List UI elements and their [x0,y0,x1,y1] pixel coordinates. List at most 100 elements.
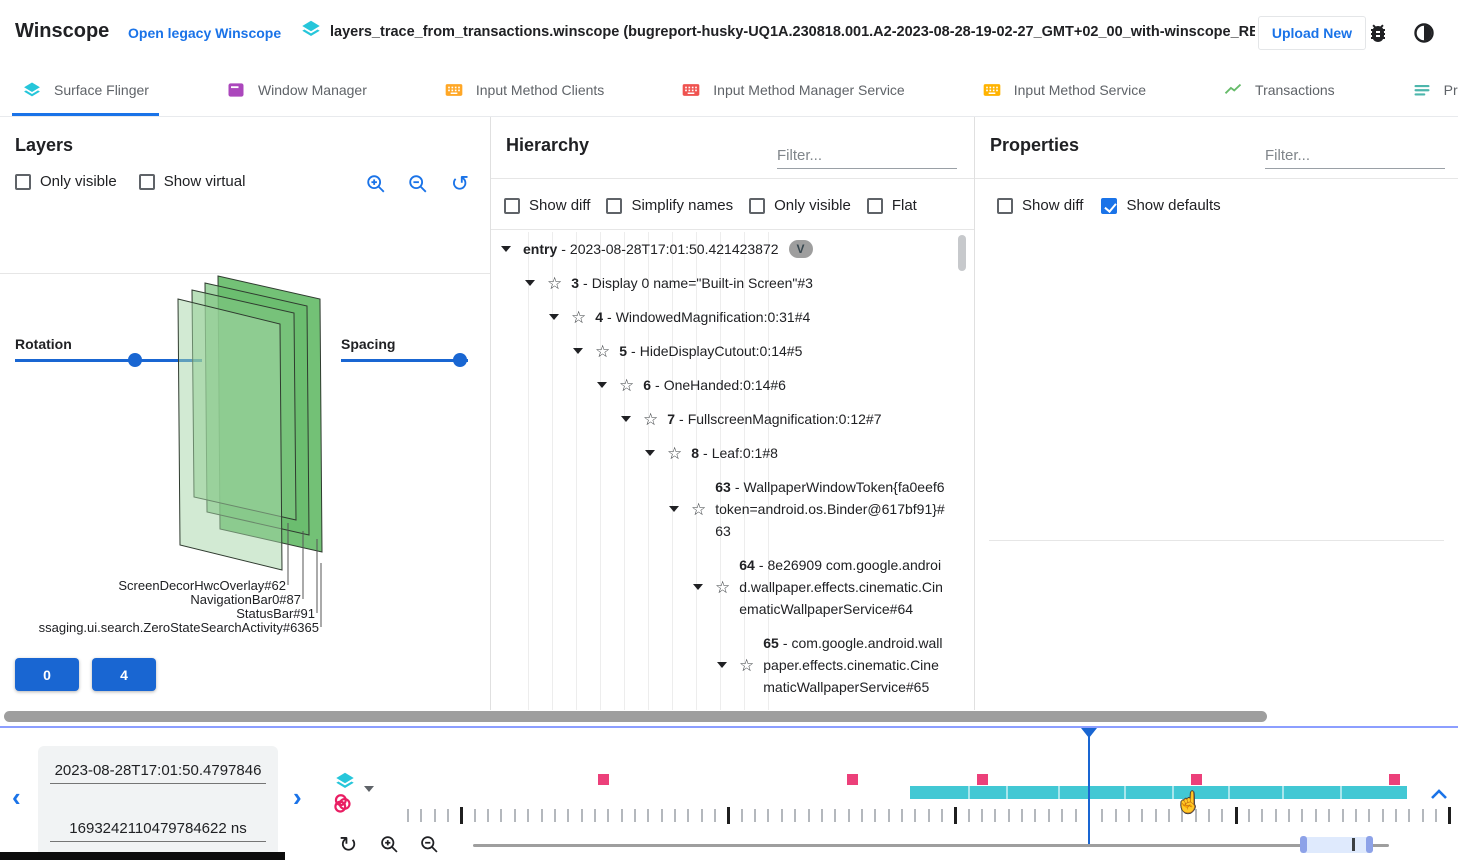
ruler-tick [1355,809,1357,822]
checkbox[interactable] [997,198,1013,214]
chevron-down-icon[interactable] [669,506,679,512]
ruler-tick [941,809,943,822]
tree-node[interactable]: ☆ 3-Display 0 name="Built-in Screen"#3 [491,266,974,300]
show-virtual-checkbox[interactable]: Show virtual [139,173,246,190]
star-icon[interactable]: ☆ [595,343,610,360]
range-handle-right[interactable] [1366,836,1373,853]
previous-entry-button[interactable]: ‹ [12,784,21,810]
ruler-tick [741,809,743,822]
tree-node-entry[interactable]: entry-2023-08-28T17:01:50.421423872 V [491,232,974,266]
chevron-down-icon[interactable] [645,450,655,456]
dark-mode-toggle-icon[interactable] [1412,21,1436,45]
tab-protolog[interactable]: ProtoLog [1402,64,1458,116]
trace-select-caret-icon[interactable] [364,786,374,792]
hierarchy-filter-input[interactable] [777,145,957,169]
timeline-range-selection[interactable] [1303,837,1369,853]
chevron-down-icon[interactable] [525,280,535,286]
tab-input-method-clients[interactable]: Input Method Clients [434,64,614,116]
timeline-zoom-in-icon[interactable] [379,834,400,858]
tab-window-manager[interactable]: Window Manager [216,64,377,116]
transition-marker[interactable] [847,774,858,785]
star-icon[interactable]: ☆ [547,275,562,292]
tree-node[interactable]: ☆ 64-8e26909 com.google.android.wallpape… [491,548,974,626]
layers-3d-view[interactable]: ScreenDecorHwcOverlay#62 NavigationBar0#… [0,273,490,658]
timeline-cursor[interactable] [1088,728,1090,846]
expand-timeline-button[interactable] [1430,788,1448,803]
timeline-range-track[interactable] [473,844,1389,847]
checkbox[interactable] [606,198,622,214]
transition-marker[interactable] [1191,774,1202,785]
chevron-down-icon[interactable] [717,662,727,668]
checkbox[interactable] [15,174,31,190]
ruler-tick [1061,809,1063,822]
transition-marker[interactable] [977,774,988,785]
open-legacy-link[interactable]: Open legacy Winscope [128,25,281,41]
zoom-in-icon[interactable] [364,172,388,196]
reset-view-icon[interactable]: ↺ [448,172,472,196]
tab-input-method-manager-service[interactable]: Input Method Manager Service [671,64,914,116]
transitions-trace-icon[interactable] [330,792,356,823]
star-icon[interactable]: ☆ [619,377,634,394]
tree-node[interactable]: ☆ 6-OneHanded:0:14#6 [491,368,974,402]
zoom-out-icon[interactable] [406,172,430,196]
star-icon[interactable]: ☆ [715,579,730,596]
tab-input-method-service[interactable]: Input Method Service [972,64,1156,116]
winscope-app: Winscope Open legacy Winscope layers_tra… [0,0,1458,860]
flat-checkbox[interactable]: Flat [867,197,917,214]
show-diff-checkbox[interactable]: Show diff [504,197,590,214]
tree-node[interactable]: ☆ 7-FullscreenMagnification:0:12#7 [491,402,974,436]
chevron-down-icon[interactable] [693,584,703,590]
show-diff-checkbox[interactable]: Show diff [997,197,1083,214]
properties-filter-input[interactable] [1265,145,1445,169]
ruler-tick [901,809,903,822]
ruler-tick [1034,809,1036,822]
surface-flinger-track[interactable] [910,786,1407,799]
simplify-names-checkbox[interactable]: Simplify names [606,197,733,214]
chevron-down-icon[interactable] [621,416,631,422]
properties-panel: Properties Show diff Show defaults [975,117,1458,710]
star-icon[interactable]: ☆ [667,445,682,462]
upload-new-button[interactable]: Upload New [1258,16,1366,50]
tree-node[interactable]: ☆ 65-com.google.android.wallpaper.effect… [491,626,974,704]
show-defaults-checkbox[interactable]: Show defaults [1101,197,1220,214]
transition-marker[interactable] [1389,774,1400,785]
timestamp-human-field[interactable]: 2023-08-28T17:01:50.4797846 [50,762,266,784]
tree-node[interactable]: ☆ 4-WindowedMagnification:0:31#4 [491,300,974,334]
layer-id-button-4[interactable]: 4 [92,658,156,691]
timeline-zoom-out-icon[interactable] [419,834,440,858]
layer-id-button-0[interactable]: 0 [15,658,79,691]
tab-surface-flinger[interactable]: Surface Flinger [12,64,159,116]
checkbox[interactable] [139,174,155,190]
tree-node[interactable]: ☆ 8-Leaf:0:1#8 [491,436,974,470]
tab-label: Input Method Manager Service [713,82,904,98]
only-visible-checkbox[interactable]: Only visible [15,173,117,190]
transition-marker[interactable] [598,774,609,785]
next-entry-button[interactable]: › [293,784,302,810]
ruler-tick [447,809,449,822]
checkbox[interactable] [504,198,520,214]
tree-node[interactable]: ☆ 63-WallpaperWindowToken{fa0eef6 token=… [491,470,974,548]
chevron-down-icon[interactable] [573,348,583,354]
checkbox[interactable] [749,198,765,214]
ruler-tick [981,809,983,822]
timeline-ruler[interactable] [407,807,1458,824]
star-icon[interactable]: ☆ [691,501,706,518]
only-visible-checkbox[interactable]: Only visible [749,197,851,214]
tree-node[interactable]: ☆ 5-HideDisplayCutout:0:14#5 [491,334,974,368]
star-icon[interactable]: ☆ [739,657,754,674]
chevron-down-icon[interactable] [549,314,559,320]
star-icon[interactable]: ☆ [643,411,658,428]
checkbox-checked[interactable] [1101,198,1117,214]
timeline-cursor-head[interactable] [1081,728,1097,738]
checkbox[interactable] [867,198,883,214]
scrollbar-thumb[interactable] [4,711,1267,722]
refresh-icon[interactable]: ↻ [339,834,357,856]
range-handle-left[interactable] [1300,836,1307,853]
hierarchy-scrollbar[interactable] [958,235,966,271]
chevron-down-icon[interactable] [597,382,607,388]
chevron-down-icon[interactable] [501,246,511,252]
bug-report-icon[interactable] [1366,21,1390,45]
star-icon[interactable]: ☆ [571,309,586,326]
tab-transactions[interactable]: Transactions [1213,64,1345,116]
timestamp-ns-field[interactable]: 1693242110479784622 ns [50,820,266,842]
